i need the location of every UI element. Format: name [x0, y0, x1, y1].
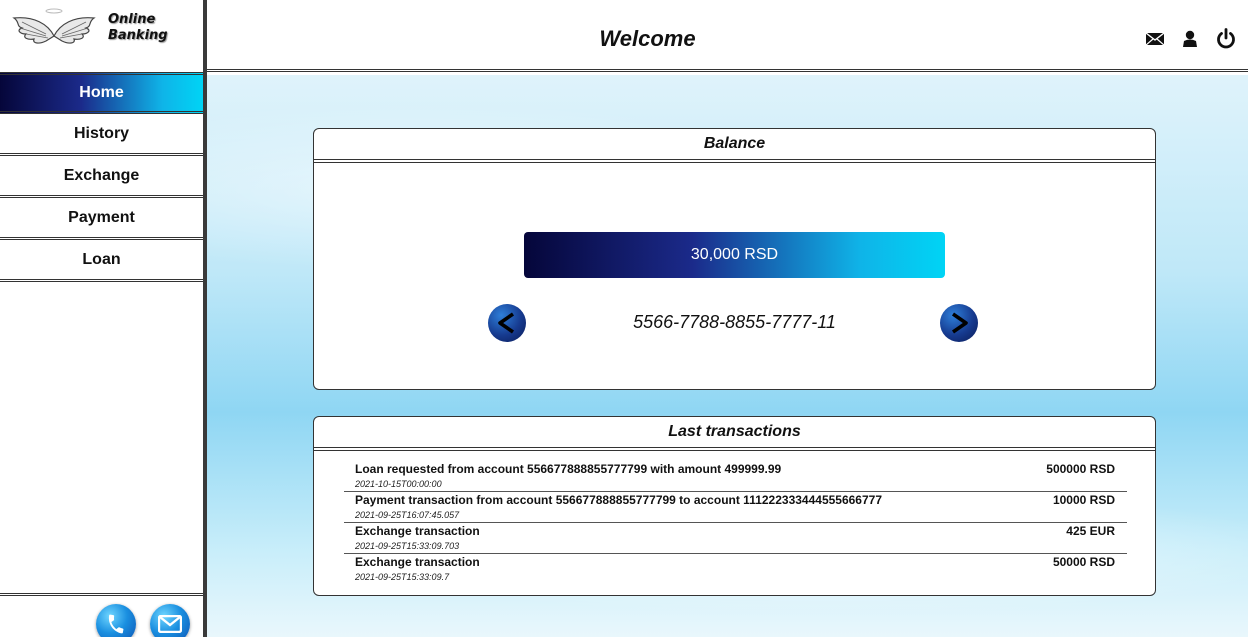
transaction-description: Exchange transaction [355, 555, 480, 569]
transaction-row[interactable]: Payment transaction from account 5566778… [344, 492, 1127, 523]
transaction-row[interactable]: Exchange transaction 2021-09-25T15:33:09… [344, 554, 1127, 585]
balance-amount: 30,000 RSD [524, 232, 945, 278]
sidebar-item-label: Exchange [63, 166, 140, 184]
header: Welcome [207, 0, 1248, 72]
transaction-description: Exchange transaction [355, 524, 480, 538]
sidebar-item-loan[interactable]: Loan [0, 240, 203, 282]
logo-line-1: Online [108, 12, 156, 27]
sidebar-item-history[interactable]: History [0, 114, 203, 156]
wings-logo-icon [12, 8, 96, 44]
balance-card-title: Balance [314, 129, 1155, 163]
sidebar-item-label: Loan [82, 250, 121, 268]
transaction-date: 2021-09-25T15:33:09.7 [355, 572, 450, 582]
sidebar: Online Banking Home History Exchange Pay… [0, 0, 203, 637]
transaction-amount: 10000 RSD [1052, 493, 1115, 507]
sidebar-item-label: Home [79, 84, 124, 101]
chevron-right-icon [951, 312, 968, 334]
transaction-row[interactable]: Loan requested from account 556677888855… [344, 461, 1127, 492]
sidebar-item-home[interactable]: Home [0, 72, 203, 114]
sidebar-item-label: Payment [68, 208, 135, 226]
mail-icon[interactable] [1146, 32, 1164, 46]
phone-icon[interactable] [96, 604, 136, 637]
transaction-date: 2021-10-15T00:00:00 [355, 479, 442, 489]
transaction-amount: 50000 RSD [1052, 555, 1115, 569]
transaction-description: Loan requested from account 556677888855… [355, 462, 782, 476]
header-icons [1146, 28, 1236, 50]
account-number: 5566-7788-8855-7777-11 [633, 312, 836, 332]
transaction-amount: 425 EUR [1066, 524, 1115, 538]
transactions-list: Loan requested from account 556677888855… [314, 451, 1155, 585]
next-account-button[interactable] [940, 304, 978, 342]
sidebar-footer [0, 593, 203, 637]
main-content: Balance 30,000 RSD 5566-7788-8855-7777-1… [207, 75, 1248, 637]
contact-mail-icon[interactable] [150, 604, 190, 637]
transaction-date: 2021-09-25T16:07:45.057 [355, 510, 460, 520]
transactions-card-title: Last transactions [314, 417, 1155, 451]
transactions-card: Last transactions Loan requested from ac… [313, 416, 1156, 596]
transaction-amount: 500000 RSD [1046, 462, 1115, 476]
logo-text: Online Banking [108, 12, 168, 44]
sidebar-nav: Home History Exchange Payment Loan [0, 72, 203, 282]
transaction-row[interactable]: Exchange transaction 2021-09-25T15:33:09… [344, 523, 1127, 554]
logo[interactable]: Online Banking [0, 0, 203, 72]
transaction-description: Payment transaction from account 5566778… [355, 493, 883, 507]
logo-line-2: Banking [108, 28, 168, 43]
sidebar-item-payment[interactable]: Payment [0, 198, 203, 240]
page-title: Welcome [599, 26, 696, 51]
user-icon[interactable] [1182, 30, 1198, 48]
sidebar-item-exchange[interactable]: Exchange [0, 156, 203, 198]
balance-card: Balance 30,000 RSD 5566-7788-8855-7777-1… [313, 128, 1156, 390]
power-icon[interactable] [1216, 28, 1236, 50]
sidebar-item-label: History [73, 124, 130, 142]
transaction-date: 2021-09-25T15:33:09.703 [355, 541, 460, 551]
